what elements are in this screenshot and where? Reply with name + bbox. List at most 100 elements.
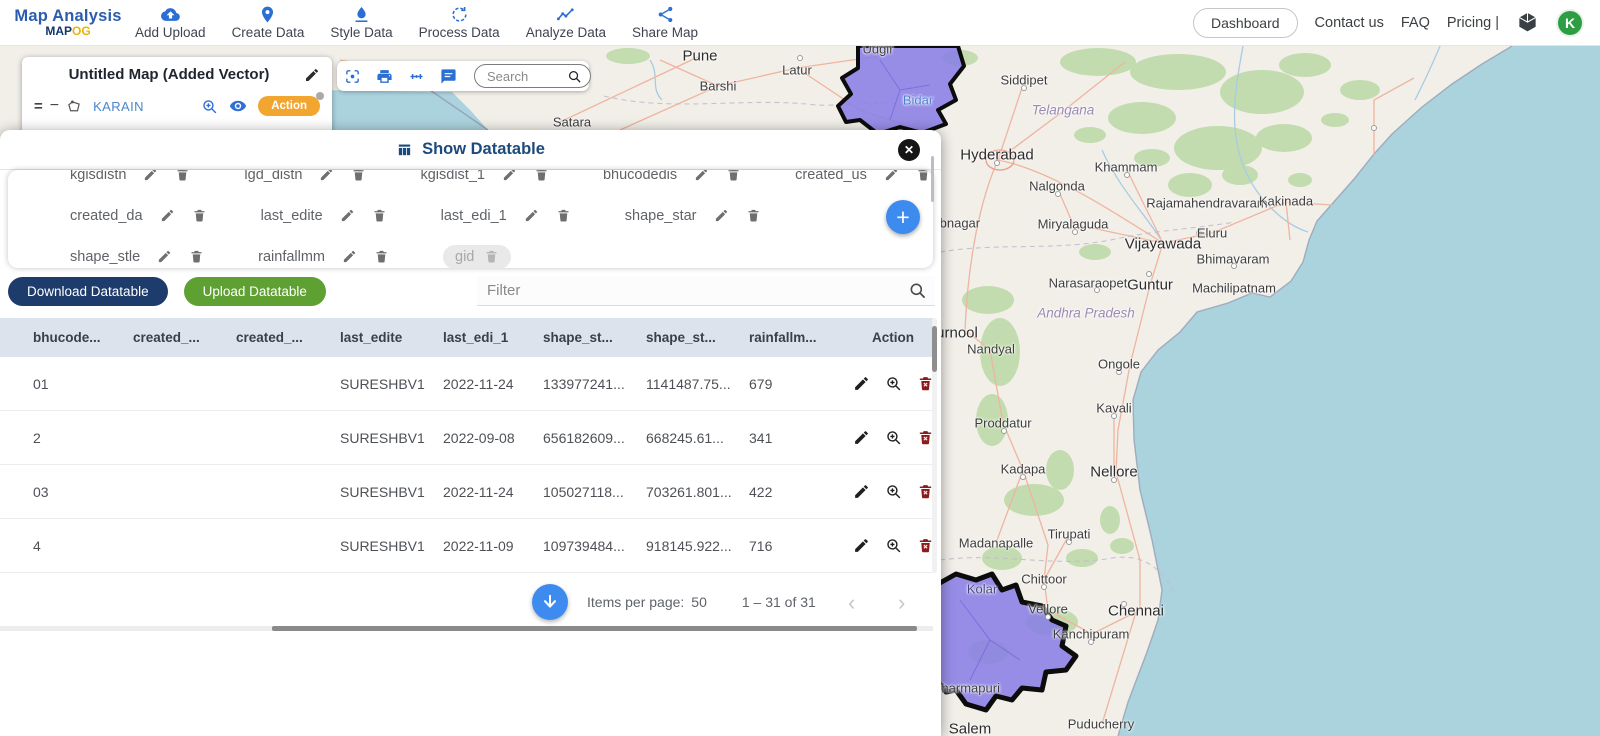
cell: 2 bbox=[33, 429, 41, 446]
delete-field-icon[interactable] bbox=[484, 249, 499, 264]
cell: 703261.801... bbox=[646, 483, 732, 500]
menu-item-style-data[interactable]: Style Data bbox=[317, 0, 405, 46]
edit-map-title-icon[interactable] bbox=[304, 67, 320, 83]
cell: 2022-11-24 bbox=[443, 375, 514, 392]
map-search-box bbox=[474, 64, 591, 88]
filter-input[interactable] bbox=[487, 282, 908, 299]
download-datatable-button[interactable]: Download Datatable bbox=[8, 276, 168, 306]
edit-field-icon[interactable] bbox=[714, 208, 729, 223]
scroll-down-button[interactable] bbox=[532, 584, 568, 620]
filter-search-icon[interactable] bbox=[908, 281, 927, 300]
edit-field-icon[interactable] bbox=[340, 208, 355, 223]
column-header: last_edite bbox=[340, 330, 403, 345]
delete-field-icon[interactable] bbox=[556, 208, 571, 223]
edit-field-icon[interactable] bbox=[524, 208, 539, 223]
cell: 422 bbox=[749, 483, 773, 500]
zoom-to-row-icon[interactable] bbox=[885, 375, 902, 392]
edit-row-icon[interactable] bbox=[853, 375, 870, 392]
delete-field-icon[interactable] bbox=[726, 170, 741, 182]
row-actions bbox=[853, 483, 934, 500]
edit-field-icon[interactable] bbox=[157, 249, 172, 264]
search-icon[interactable] bbox=[567, 69, 582, 84]
edit-row-icon[interactable] bbox=[853, 429, 870, 446]
delete-field-icon[interactable] bbox=[534, 170, 549, 182]
drag-handle-icon[interactable]: = bbox=[34, 98, 43, 115]
table-horizontal-scrollbar[interactable] bbox=[272, 626, 917, 631]
print-icon[interactable] bbox=[376, 68, 393, 85]
menu-item-process-data[interactable]: Process Data bbox=[406, 0, 513, 46]
menu-item-create-data[interactable]: Create Data bbox=[219, 0, 318, 46]
close-icon[interactable]: ✕ bbox=[898, 139, 920, 161]
menu-label: Share Map bbox=[631, 25, 699, 40]
fields-scrollbar[interactable] bbox=[931, 156, 934, 202]
cell: 105027118... bbox=[543, 483, 624, 500]
previous-page-icon[interactable]: ‹ bbox=[848, 590, 855, 616]
cube-icon[interactable] bbox=[1516, 11, 1539, 34]
field-chip-last_edite: last_edite bbox=[261, 208, 387, 224]
upload-datatable-button[interactable]: Upload Datatable bbox=[183, 276, 326, 306]
field-chip-bhucodedis: bhucodedis bbox=[603, 170, 741, 183]
zoom-to-layer-icon[interactable] bbox=[201, 98, 218, 115]
delete-field-icon[interactable] bbox=[175, 170, 190, 182]
edit-field-icon[interactable] bbox=[502, 170, 517, 182]
cell: 03 bbox=[33, 483, 49, 500]
app-logo[interactable]: Map Analysis MAPOG bbox=[14, 7, 122, 38]
items-per-page-value[interactable]: 50 bbox=[691, 594, 707, 610]
zoom-to-row-icon[interactable] bbox=[885, 429, 902, 446]
field-name: last_edi_1 bbox=[440, 207, 507, 224]
edit-field-icon[interactable] bbox=[319, 170, 334, 182]
delete-field-icon[interactable] bbox=[916, 170, 931, 182]
field-chip-kgisdistn: kgisdistn bbox=[70, 170, 190, 183]
layer-name[interactable]: KARAIN bbox=[93, 99, 144, 114]
field-name: bhucodedis bbox=[602, 170, 678, 183]
edit-field-icon[interactable] bbox=[160, 208, 175, 223]
field-chip-last_edi_1: last_edi_1 bbox=[441, 208, 571, 224]
nav-link-faq[interactable]: FAQ bbox=[1401, 15, 1430, 31]
edit-row-icon[interactable] bbox=[853, 537, 870, 554]
comment-icon[interactable] bbox=[440, 68, 457, 85]
edit-row-icon[interactable] bbox=[853, 483, 870, 500]
delete-field-icon[interactable] bbox=[746, 208, 761, 223]
field-chip-lgd_distn: lgd_distn bbox=[244, 170, 366, 183]
delete-field-icon[interactable] bbox=[351, 170, 366, 182]
delete-field-icon[interactable] bbox=[372, 208, 387, 223]
edit-field-icon[interactable] bbox=[884, 170, 899, 182]
collapse-icon[interactable]: − bbox=[50, 97, 59, 115]
cell: 2022-09-08 bbox=[443, 429, 515, 446]
table-header-row: bhucode... created_... created_... last_edi… bbox=[0, 318, 933, 357]
dashboard-button[interactable]: Dashboard bbox=[1193, 7, 1298, 38]
field-chip-row: kgisdistn lgd_distn kgisdist_1 bhucodedis cr… bbox=[8, 170, 933, 195]
delete-field-icon[interactable] bbox=[189, 249, 204, 264]
edit-field-icon[interactable] bbox=[694, 170, 709, 182]
field-chip-shape_stle: shape_stle bbox=[70, 249, 204, 265]
layer-action-button[interactable]: Action bbox=[258, 92, 324, 116]
polygon-layer-icon bbox=[66, 98, 83, 115]
edit-field-icon[interactable] bbox=[143, 170, 158, 182]
zoom-to-row-icon[interactable] bbox=[885, 537, 902, 554]
field-chip-row: shape_stle rainfallmm gid bbox=[8, 236, 933, 268]
menu-item-add-upload[interactable]: Add Upload bbox=[122, 0, 219, 46]
next-page-icon[interactable]: › bbox=[898, 590, 905, 616]
delete-field-icon[interactable] bbox=[374, 249, 389, 264]
nav-link-contact-us[interactable]: Contact us bbox=[1315, 15, 1384, 31]
field-name: lgd_distn bbox=[244, 170, 303, 183]
edit-field-icon[interactable] bbox=[342, 249, 357, 264]
menu-item-share-map[interactable]: Share Map bbox=[619, 0, 711, 46]
measure-icon[interactable] bbox=[408, 68, 425, 85]
nav-link-pricing[interactable]: Pricing | bbox=[1447, 15, 1499, 31]
menu-item-analyze-data[interactable]: Analyze Data bbox=[513, 0, 619, 46]
cell: 668245.61... bbox=[646, 429, 724, 446]
layer-visibility-eye-icon[interactable] bbox=[229, 97, 247, 115]
cell: 01 bbox=[33, 375, 49, 392]
field-name: shape_star bbox=[624, 207, 697, 224]
map-search-input[interactable] bbox=[487, 68, 567, 84]
cell: 109739484... bbox=[543, 537, 625, 554]
table-vertical-scrollbar[interactable] bbox=[932, 326, 937, 372]
table-row: 01 SURESHBV1 2022-11-24 133977241... 1141487… bbox=[0, 357, 933, 411]
cell: 2022-11-09 bbox=[443, 537, 514, 554]
delete-field-icon[interactable] bbox=[192, 208, 207, 223]
locate-focus-icon[interactable] bbox=[344, 68, 361, 85]
add-field-button[interactable]: + bbox=[886, 200, 920, 234]
user-avatar[interactable]: K bbox=[1556, 8, 1584, 37]
zoom-to-row-icon[interactable] bbox=[885, 483, 902, 500]
